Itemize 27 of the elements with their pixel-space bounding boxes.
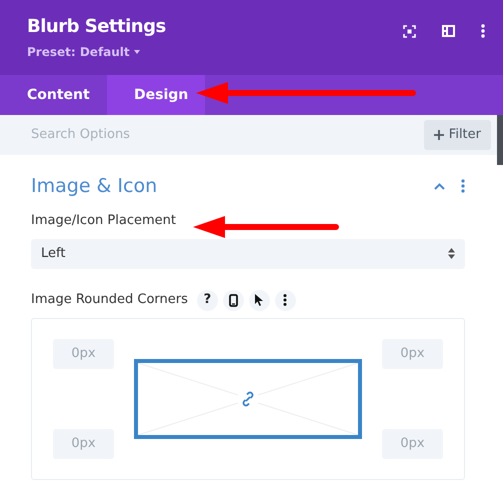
field-label: Image Rounded Corners [31, 291, 188, 310]
tab[interactable]: Content [0, 75, 107, 115]
hover-button[interactable] [248, 290, 270, 310]
scrollbar[interactable] [497, 115, 503, 165]
layout-icon[interactable] [442, 25, 455, 37]
link-icon [240, 390, 256, 406]
focus-icon[interactable] [403, 24, 416, 38]
placement-select[interactable]: Left [31, 238, 465, 268]
help-button[interactable]: ? [196, 290, 218, 310]
sort-arrows-icon [448, 248, 455, 259]
more-icon[interactable] [461, 179, 465, 193]
caret-icon [134, 50, 140, 54]
phone-icon [228, 294, 238, 306]
more-icon[interactable] [481, 24, 485, 38]
more-button[interactable] [274, 290, 296, 310]
more-icon [283, 294, 288, 306]
chevron-up-icon[interactable] [434, 182, 445, 190]
tab[interactable]: Design [107, 75, 205, 115]
search-field[interactable]: Search Options [31, 125, 281, 145]
cursor-icon [255, 294, 264, 306]
filter-button[interactable]: Filter [424, 120, 491, 150]
section-header[interactable]: Image & Icon [31, 173, 465, 199]
preset-dropdown[interactable]: Preset: Default [27, 43, 166, 61]
field-label: Image/Icon Placement [31, 212, 176, 230]
plus-icon [434, 130, 444, 140]
window-title: Blurb Settings [27, 15, 166, 39]
responsive-button[interactable] [222, 290, 244, 310]
